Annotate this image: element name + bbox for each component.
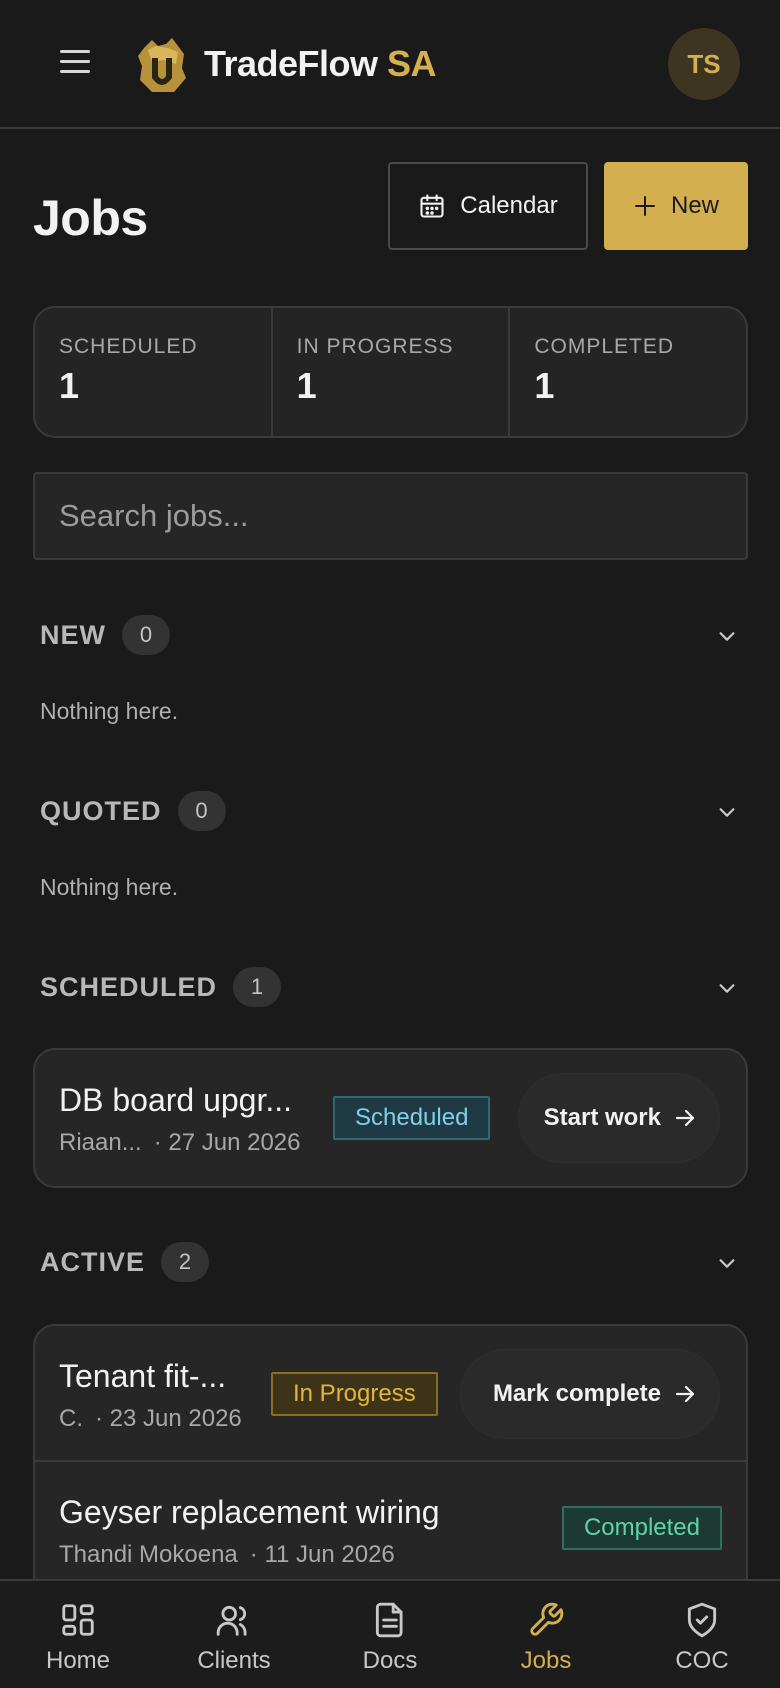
mark-complete-label: Mark complete	[492, 1380, 661, 1407]
section-title: QUOTED	[40, 795, 162, 826]
job-date: · 11 Jun 2026	[249, 1541, 395, 1568]
section-count-badge: 2	[161, 1242, 210, 1282]
status-badge: Scheduled	[333, 1096, 491, 1140]
start-work-label: Start work	[543, 1104, 661, 1131]
job-title: DB board upgr...	[59, 1082, 293, 1118]
stat-value: 1	[59, 365, 80, 406]
nav-item-clients[interactable]: Clients	[156, 1581, 312, 1688]
chevron-down-icon	[719, 632, 735, 641]
nav-label: Home	[45, 1647, 111, 1674]
mark-complete-button[interactable]: Mark complete	[461, 1350, 719, 1438]
job-date: · 23 Jun 2026	[95, 1405, 242, 1432]
nav-label: Jobs	[520, 1647, 572, 1674]
section-title: NEW	[40, 619, 106, 650]
hamburger-menu-icon[interactable]	[58, 46, 94, 78]
calendar-button[interactable]: Calendar	[388, 162, 588, 250]
brand-logo	[138, 38, 186, 92]
calendar-icon	[420, 194, 444, 218]
job-meta: C. · 23 Jun 2026	[59, 1404, 242, 1434]
new-job-button-label: New	[670, 192, 719, 219]
new-job-button[interactable]: New	[604, 162, 748, 250]
job-row[interactable]: Geyser replacement wiring Thandi Mokoena…	[35, 1462, 746, 1598]
user-avatar[interactable]: TS	[668, 28, 740, 100]
section-header-quoted[interactable]: QUOTED 0	[40, 787, 748, 835]
stat-in-progress: IN PROGRESS 1	[273, 308, 511, 436]
top-bar: TradeFlow SA TS	[0, 0, 780, 129]
arrow-right-icon	[675, 1385, 695, 1403]
job-row[interactable]: Tenant fit-... C. · 23 Jun 2026 In Progr…	[35, 1326, 746, 1462]
chevron-down-icon	[719, 1259, 735, 1268]
wrench-icon	[530, 1602, 564, 1636]
document-icon	[375, 1602, 403, 1638]
stat-completed: COMPLETED 1	[510, 308, 746, 436]
page-title: Jobs	[33, 190, 148, 246]
chevron-down-icon	[719, 984, 735, 993]
job-row[interactable]: DB board upgr... Riaan... · 27 Jun 2026 …	[35, 1050, 746, 1186]
brand-accent: SA	[387, 43, 437, 84]
stat-value: 1	[296, 365, 317, 406]
section-count-badge: 0	[122, 615, 170, 655]
section-empty-text: Nothing here.	[40, 698, 179, 724]
section-header-scheduled[interactable]: SCHEDULED 1	[40, 963, 748, 1011]
stat-label: IN PROGRESS	[296, 335, 454, 358]
job-meta: Thandi Mokoena · 11 Jun 2026	[59, 1540, 395, 1570]
nav-item-coc[interactable]: COC	[624, 1581, 780, 1688]
nav-label: Clients	[197, 1647, 271, 1674]
stat-label: COMPLETED	[534, 335, 675, 358]
section-empty-text: Nothing here.	[40, 874, 179, 900]
job-meta: Riaan... · 27 Jun 2026	[59, 1128, 301, 1158]
section-header-active[interactable]: ACTIVE 2	[40, 1238, 748, 1286]
section-header-new[interactable]: NEW 0	[40, 611, 748, 659]
nav-item-home[interactable]: Home	[0, 1581, 156, 1688]
section-title: SCHEDULED	[40, 971, 218, 1002]
scheduled-jobs-card: DB board upgr... Riaan... · 27 Jun 2026 …	[33, 1048, 748, 1188]
stat-scheduled: SCHEDULED 1	[35, 308, 273, 436]
section-count-badge: 1	[233, 967, 282, 1007]
status-badge: In Progress	[271, 1372, 438, 1416]
status-badge: Completed	[561, 1506, 722, 1550]
job-client: Thandi Mokoena	[59, 1541, 238, 1568]
stat-label: SCHEDULED	[59, 335, 198, 358]
brand-name: TradeFlow SA	[204, 40, 437, 88]
section-title: ACTIVE	[40, 1246, 146, 1277]
section-count-badge: 0	[177, 791, 226, 831]
nav-item-jobs[interactable]: Jobs	[468, 1581, 624, 1688]
nav-item-docs[interactable]: Docs	[312, 1581, 468, 1688]
job-client: C.	[59, 1405, 83, 1432]
active-jobs-card: Tenant fit-... C. · 23 Jun 2026 In Progr…	[33, 1324, 748, 1614]
users-icon	[216, 1605, 247, 1636]
app-root: TradeFlow SA TS Jobs Calendar New SCHEDU…	[0, 0, 780, 1688]
chevron-down-icon	[719, 808, 735, 817]
start-work-button[interactable]: Start work	[519, 1074, 719, 1162]
bottom-navigation: Home Clients Docs Jobs COC	[0, 1579, 780, 1688]
brand-main: TradeFlow	[204, 43, 378, 84]
calendar-button-label: Calendar	[460, 192, 558, 219]
job-stats-summary: SCHEDULED 1 IN PROGRESS 1 COMPLETED 1	[33, 306, 748, 438]
nav-label: COC	[675, 1647, 729, 1674]
search-jobs-input[interactable]	[33, 472, 748, 560]
job-title: Tenant fit-...	[59, 1358, 227, 1394]
shield-check-icon	[687, 1602, 717, 1638]
arrow-right-icon	[675, 1109, 695, 1127]
plus-icon	[634, 196, 655, 216]
job-client: Riaan...	[59, 1129, 142, 1156]
job-date: · 27 Jun 2026	[153, 1129, 301, 1156]
job-title: Geyser replacement wiring	[59, 1494, 440, 1530]
stat-value: 1	[534, 365, 555, 406]
nav-label: Docs	[362, 1647, 418, 1674]
grid-icon	[62, 1604, 94, 1636]
